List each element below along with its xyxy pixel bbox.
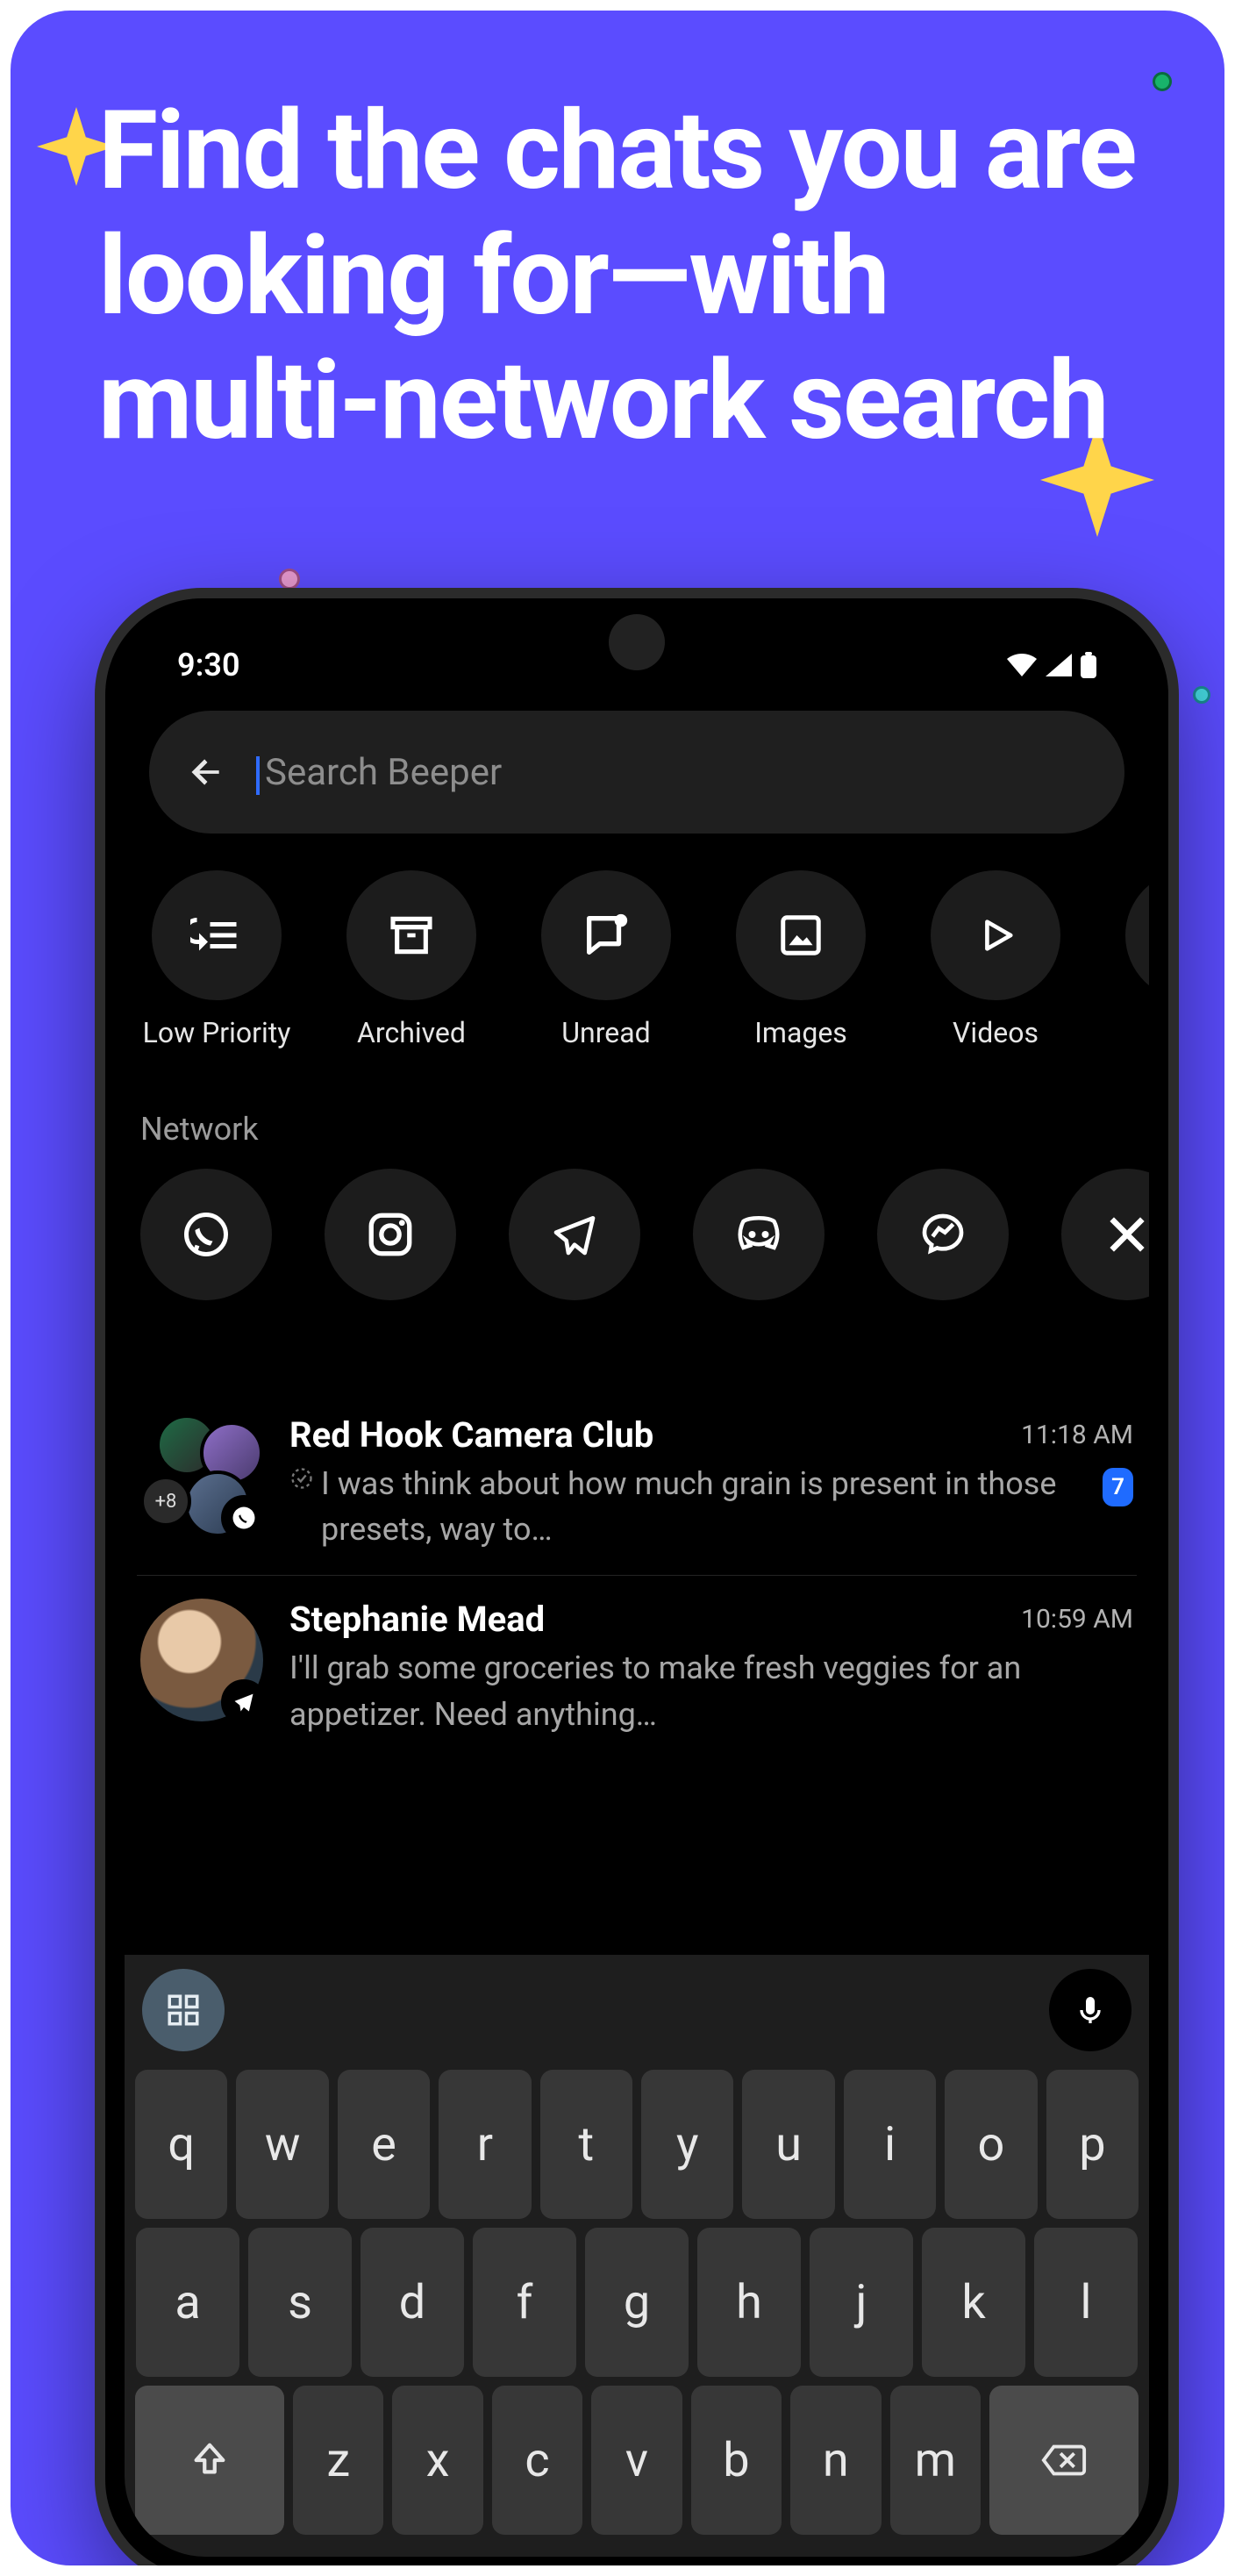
shift-icon xyxy=(189,2440,230,2480)
key-a[interactable]: a xyxy=(136,2228,239,2377)
key-d[interactable]: d xyxy=(361,2228,464,2377)
archive-icon xyxy=(387,911,436,960)
key-o[interactable]: o xyxy=(945,2070,1037,2219)
cell-signal-icon xyxy=(1046,654,1072,676)
key-r[interactable]: r xyxy=(439,2070,531,2219)
chat-preview: I was think about how much grain is pres… xyxy=(321,1461,1096,1552)
keyboard-switcher-button[interactable] xyxy=(142,1969,225,2051)
network-heading: Network xyxy=(125,1084,1149,1158)
search-input[interactable]: Search Beeper xyxy=(256,751,1089,794)
backspace-key[interactable] xyxy=(989,2386,1139,2535)
chat-name: Red Hook Camera Club xyxy=(289,1414,653,1456)
sent-status-icon xyxy=(289,1466,314,1491)
network-whatsapp[interactable] xyxy=(140,1169,272,1300)
key-w[interactable]: w xyxy=(236,2070,328,2219)
app-screen: 9:30 Search Beeper xyxy=(125,618,1149,2557)
network-messenger[interactable] xyxy=(877,1169,1009,1300)
status-time: 9:30 xyxy=(177,647,240,683)
instagram-icon xyxy=(365,1209,416,1260)
key-q[interactable]: q xyxy=(135,2070,227,2219)
decor-dot xyxy=(1153,72,1172,91)
network-x[interactable] xyxy=(1061,1169,1149,1300)
chat-time: 10:59 AM xyxy=(1021,1604,1133,1635)
camera-notch xyxy=(609,614,665,670)
filter-row: Low Priority Archived Unread Images Vide… xyxy=(125,848,1149,1084)
key-z[interactable]: z xyxy=(293,2386,383,2535)
key-l[interactable]: l xyxy=(1034,2228,1138,2377)
filter-archived[interactable]: Archived xyxy=(335,870,488,1049)
battery-icon xyxy=(1081,652,1096,678)
whatsapp-icon xyxy=(180,1208,232,1261)
whatsapp-badge-icon xyxy=(221,1495,267,1541)
backspace-icon xyxy=(1040,2443,1088,2478)
promo-slide: Find the chats you are looking for—with … xyxy=(0,0,1235,2576)
search-bar[interactable]: Search Beeper xyxy=(149,711,1124,834)
mic-button[interactable] xyxy=(1049,1969,1131,2051)
shift-key[interactable] xyxy=(135,2386,284,2535)
key-m[interactable]: m xyxy=(890,2386,981,2535)
key-p[interactable]: p xyxy=(1046,2070,1139,2219)
telegram-badge-icon xyxy=(221,1679,267,1725)
unread-icon xyxy=(581,910,632,961)
key-i[interactable]: i xyxy=(844,2070,936,2219)
network-row xyxy=(125,1158,1149,1342)
filter-unread[interactable]: Unread xyxy=(530,870,682,1049)
key-k[interactable]: k xyxy=(922,2228,1025,2377)
key-b[interactable]: b xyxy=(691,2386,782,2535)
device-frame: 9:30 Search Beeper xyxy=(105,598,1168,2576)
unread-badge: 7 xyxy=(1103,1468,1133,1506)
keyboard: qwertyuiop asdfghjkl zxcvbnm xyxy=(125,1955,1149,2557)
filter-images[interactable]: Images xyxy=(725,870,877,1049)
filter-videos[interactable]: Videos xyxy=(919,870,1072,1049)
chat-name: Stephanie Mead xyxy=(289,1599,545,1640)
low-priority-icon xyxy=(190,909,243,962)
key-u[interactable]: u xyxy=(742,2070,834,2219)
image-icon xyxy=(777,912,825,959)
decor-dot xyxy=(279,569,300,590)
key-y[interactable]: y xyxy=(641,2070,733,2219)
key-c[interactable]: c xyxy=(492,2386,582,2535)
telegram-icon xyxy=(550,1210,599,1259)
chat-preview: I'll grab some groceries to make fresh v… xyxy=(289,1645,1133,1736)
key-f[interactable]: f xyxy=(473,2228,576,2377)
key-g[interactable]: g xyxy=(585,2228,689,2377)
key-x[interactable]: x xyxy=(392,2386,482,2535)
x-icon xyxy=(1104,1212,1149,1257)
key-s[interactable]: s xyxy=(248,2228,352,2377)
promo-headline: Find the chats you are looking for—with … xyxy=(98,89,1172,465)
grid-icon xyxy=(165,1992,202,2029)
chat-time: 11:18 AM xyxy=(1021,1420,1133,1450)
avatar xyxy=(140,1599,263,1721)
key-j[interactable]: j xyxy=(810,2228,913,2377)
key-n[interactable]: n xyxy=(790,2386,881,2535)
chat-row[interactable]: Stephanie Mead 10:59 AM I'll grab some g… xyxy=(137,1576,1137,1759)
arrow-left-icon xyxy=(187,753,225,791)
back-button[interactable] xyxy=(184,750,228,794)
discord-icon xyxy=(732,1208,785,1261)
mic-icon xyxy=(1073,1993,1108,2028)
key-v[interactable]: v xyxy=(591,2386,682,2535)
group-avatar: +8 xyxy=(140,1414,263,1537)
network-discord[interactable] xyxy=(693,1169,825,1300)
wifi-icon xyxy=(1007,654,1037,676)
key-e[interactable]: e xyxy=(338,2070,430,2219)
network-telegram[interactable] xyxy=(509,1169,640,1300)
decor-dot xyxy=(1193,686,1210,704)
key-t[interactable]: t xyxy=(540,2070,632,2219)
filter-locations[interactable]: Locat xyxy=(1114,870,1149,1049)
chat-row[interactable]: +8 Red Hook Camera Club 11:18 AM I was t… xyxy=(137,1392,1137,1576)
network-instagram[interactable] xyxy=(325,1169,456,1300)
key-h[interactable]: h xyxy=(697,2228,801,2377)
messenger-icon xyxy=(918,1210,967,1259)
filter-low-priority[interactable]: Low Priority xyxy=(140,870,293,1049)
play-icon xyxy=(975,915,1016,955)
chat-list: +8 Red Hook Camera Club 11:18 AM I was t… xyxy=(125,1342,1149,1760)
